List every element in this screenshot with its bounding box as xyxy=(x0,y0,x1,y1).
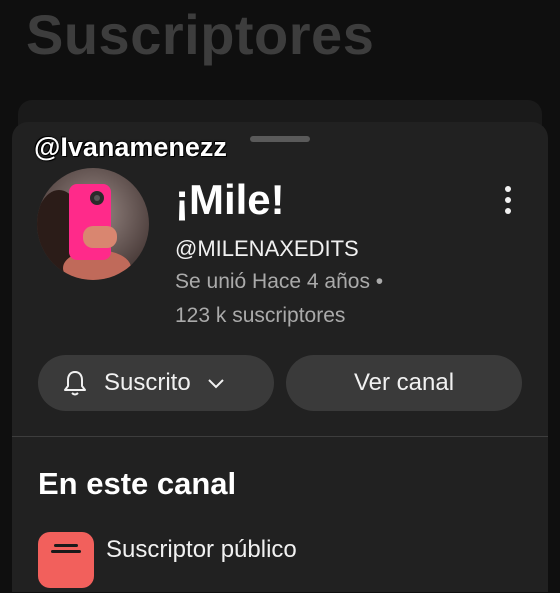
section-title: En este canal xyxy=(38,466,237,501)
subscribed-label: Suscrito xyxy=(104,369,191,396)
page-title: Suscriptores xyxy=(26,3,375,66)
divider xyxy=(12,436,548,437)
more-options-button[interactable] xyxy=(493,180,523,220)
watermark-text: @Ivanamenezz xyxy=(34,132,227,162)
view-channel-label: Ver canal xyxy=(353,369,455,396)
view-channel-button[interactable]: Ver canal xyxy=(286,355,522,411)
more-vert-icon xyxy=(505,186,511,214)
bell-icon xyxy=(64,371,86,396)
subscribed-button[interactable]: Suscrito xyxy=(38,355,274,411)
avatar[interactable] xyxy=(37,168,149,280)
subscriber-count: 123 k suscriptores xyxy=(175,304,346,327)
avatar-image xyxy=(37,168,149,280)
sheet-drag-handle[interactable] xyxy=(250,136,310,142)
chevron-down-icon xyxy=(207,379,224,389)
subscriptions-icon xyxy=(38,532,94,588)
channel-name: ¡Mile! xyxy=(175,176,285,223)
channel-handle: @MILENAXEDITS xyxy=(175,236,359,261)
joined-date: Se unió Hace 4 años • xyxy=(175,270,384,293)
